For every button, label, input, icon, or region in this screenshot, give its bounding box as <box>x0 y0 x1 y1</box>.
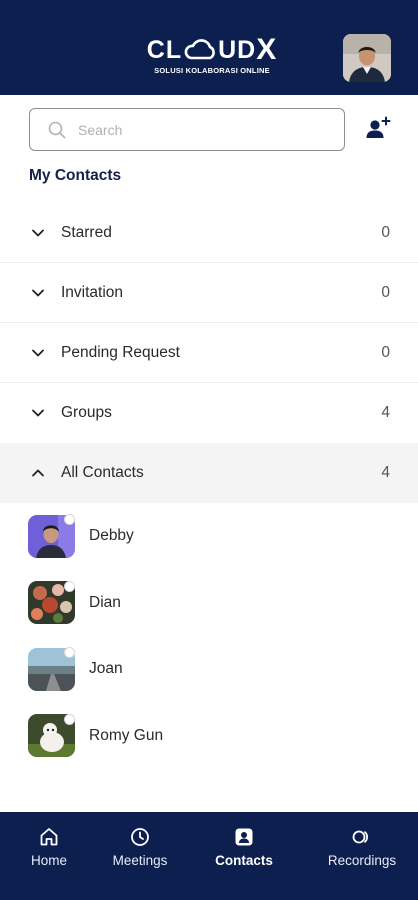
chevron-down-icon <box>32 229 44 236</box>
bottom-navigation: Home Meetings Contacts Recordings <box>0 812 418 900</box>
contact-row-dian[interactable]: Dian <box>0 570 418 637</box>
logo-text-x: X <box>256 33 278 66</box>
contact-row-joan[interactable]: Joan <box>0 636 418 703</box>
cloudx-logo: CL UD X SOLUSI KOLABORASI ONLINE <box>132 33 292 80</box>
group-row-pending-request[interactable]: Pending Request 0 <box>0 323 418 383</box>
contact-name: Joan <box>89 660 123 678</box>
search-input[interactable] <box>78 121 318 138</box>
chevron-up-icon <box>32 469 44 477</box>
chevron-down-icon <box>32 349 44 356</box>
contact-name: Dian <box>89 593 121 611</box>
user-avatar[interactable] <box>343 34 391 82</box>
nav-label: Home <box>30 853 67 868</box>
nav-recordings[interactable]: Recordings <box>306 812 418 900</box>
user-avatar-image <box>343 34 391 82</box>
nav-label: Meetings <box>112 853 168 868</box>
group-row-groups[interactable]: Groups 4 <box>0 383 418 443</box>
contact-card-icon <box>235 828 253 846</box>
contact-list: Debby Dian Joan Romy Gun <box>0 503 418 769</box>
presence-status-dot <box>64 514 75 525</box>
group-count: 0 <box>381 343 390 361</box>
group-count: 4 <box>381 464 390 481</box>
clock-icon <box>131 828 149 846</box>
app-header: CL UD X SOLUSI KOLABORASI ONLINE <box>0 0 418 95</box>
chevron-down-icon <box>32 289 44 296</box>
logo-text-right: UD <box>218 36 257 64</box>
my-contacts-title: My Contacts <box>29 167 122 184</box>
nav-meetings[interactable]: Meetings <box>98 812 182 900</box>
group-label: Invitation <box>61 283 124 301</box>
chevron-down-icon <box>32 409 44 417</box>
presence-status-dot <box>64 580 75 592</box>
recording-icon <box>352 830 369 844</box>
group-row-starred[interactable]: Starred 0 <box>0 203 418 263</box>
group-count: 4 <box>381 404 390 421</box>
nav-label: Recordings <box>327 853 397 868</box>
group-count: 0 <box>381 223 390 241</box>
contact-name: Romy Gun <box>89 726 164 744</box>
group-row-invitation[interactable]: Invitation 0 <box>0 263 418 323</box>
group-label: Pending Request <box>61 343 180 361</box>
presence-status-dot <box>64 713 75 725</box>
add-contact-icon[interactable] <box>364 115 392 143</box>
logo-text-left: CL <box>146 36 183 64</box>
logo-tagline: SOLUSI KOLABORASI ONLINE <box>154 66 270 75</box>
group-label: All Contacts <box>61 464 144 481</box>
logo-wordmark: CL UD X <box>132 33 292 66</box>
nav-home[interactable]: Home <box>0 812 98 900</box>
search-icon <box>48 121 66 138</box>
group-row-all-contacts[interactable]: All Contacts 4 <box>0 443 418 503</box>
group-label: Groups <box>61 404 112 421</box>
home-icon <box>40 828 58 846</box>
contacts-screen: CL UD X SOLUSI KOLABORASI ONLINE Search … <box>0 0 418 900</box>
contact-row-romy-gun[interactable]: Romy Gun <box>0 703 418 770</box>
contact-groups: Starred 0 Invitation 0 Pending Request 0… <box>0 203 418 503</box>
cloud-icon <box>184 39 215 60</box>
group-count: 0 <box>381 283 390 301</box>
presence-status-dot <box>64 647 75 658</box>
contact-name: Debby <box>89 527 134 545</box>
contact-row-debby[interactable]: Debby <box>0 503 418 570</box>
search-bar[interactable] <box>29 108 345 151</box>
nav-label: Contacts <box>215 853 273 868</box>
group-label: Starred <box>61 223 112 241</box>
nav-contacts[interactable]: Contacts <box>182 812 306 900</box>
